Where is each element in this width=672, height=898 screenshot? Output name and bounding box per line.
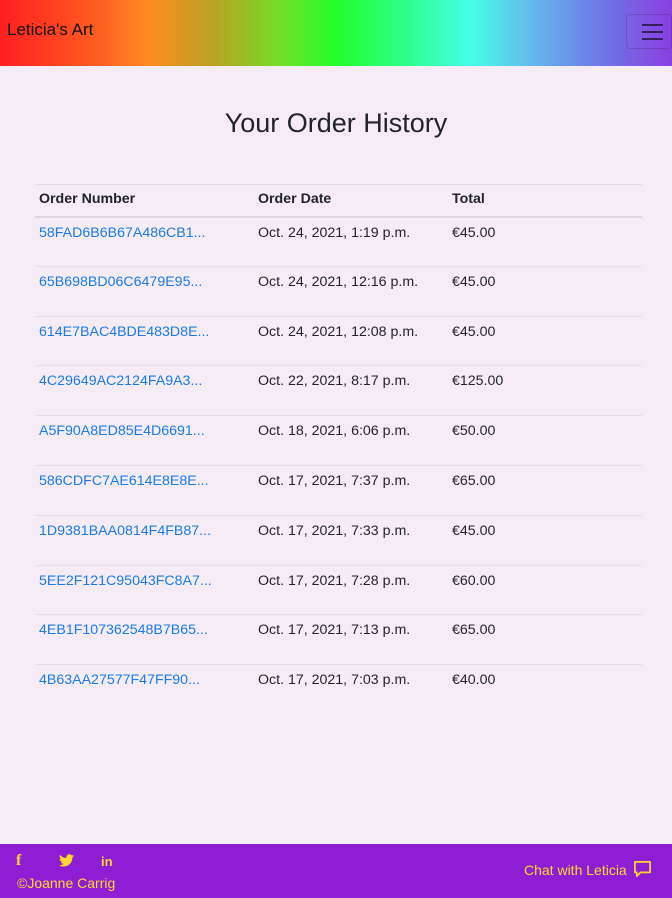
order-date: Oct. 22, 2021, 8:17 p.m. bbox=[254, 365, 448, 416]
order-number-link[interactable]: 58FAD6B6B67A486CB1... bbox=[39, 225, 205, 241]
order-number-cell: 586CDFC7AE614E8E8E... bbox=[35, 464, 254, 516]
order-number-link[interactable]: 4C29649AC2124FA9A3... bbox=[39, 373, 202, 389]
order-number-cell: 5EE2F121C95043FC8A7... bbox=[35, 564, 254, 615]
linkedin-icon[interactable]: in bbox=[101, 854, 113, 869]
order-number-link[interactable]: 1D9381BAA0814F4FB87... bbox=[39, 523, 211, 539]
table-row: 614E7BAC4BDE483D8E... Oct. 24, 2021, 12:… bbox=[35, 315, 642, 366]
order-number-link[interactable]: 4EB1F107362548B7B65... bbox=[39, 622, 208, 638]
navbar-toggler-button[interactable] bbox=[626, 14, 672, 49]
order-date: Oct. 24, 2021, 1:19 p.m. bbox=[258, 224, 411, 241]
table-row: 1D9381BAA0814F4FB87... Oct. 17, 2021, 7:… bbox=[35, 514, 642, 566]
order-history-table: Order Number Order Date Total 58FAD6B6B6… bbox=[35, 184, 642, 715]
order-number-cell: A5F90A8ED85E4D6691... bbox=[35, 415, 254, 466]
order-total: €60.00 bbox=[448, 564, 642, 615]
order-number-link[interactable]: 5EE2F121C95043FC8A7... bbox=[39, 573, 212, 589]
header-total: Total bbox=[448, 184, 642, 218]
table-row: 4B63AA27577F47FF90... Oct. 17, 2021, 7:0… bbox=[35, 664, 642, 715]
order-number-cell: 65B698BD06C6479E95... bbox=[35, 265, 254, 317]
order-total: €50.00 bbox=[448, 415, 642, 466]
order-number-link[interactable]: 4B63AA27577F47FF90... bbox=[39, 672, 200, 688]
order-date: Oct. 17, 2021, 7:28 p.m. bbox=[254, 564, 448, 615]
order-total: €65.00 bbox=[448, 464, 642, 516]
order-date: Oct. 17, 2021, 7:33 p.m. bbox=[254, 514, 448, 566]
order-total: €45.00 bbox=[448, 315, 642, 366]
chat-bubble-icon[interactable] bbox=[633, 860, 652, 884]
twitter-icon[interactable] bbox=[59, 854, 74, 870]
table-row: 4EB1F107362548B7B65... Oct. 17, 2021, 7:… bbox=[35, 614, 642, 665]
order-date: Oct. 18, 2021, 6:06 p.m. bbox=[254, 415, 448, 466]
table-row: A5F90A8ED85E4D6691... Oct. 18, 2021, 6:0… bbox=[35, 415, 642, 466]
order-number-cell: 1D9381BAA0814F4FB87... bbox=[35, 514, 254, 566]
order-number-cell: 4B63AA27577F47FF90... bbox=[35, 664, 254, 715]
chat-link[interactable]: Chat with Leticia bbox=[524, 862, 627, 878]
order-number-link[interactable]: 586CDFC7AE614E8E8E... bbox=[39, 473, 209, 489]
table-row: 586CDFC7AE614E8E8E... Oct. 17, 2021, 7:3… bbox=[35, 464, 642, 516]
order-number-link[interactable]: A5F90A8ED85E4D6691... bbox=[39, 423, 205, 439]
order-date: Oct. 24, 2021, 12:08 p.m. bbox=[254, 315, 448, 366]
header-order-number: Order Number bbox=[35, 184, 254, 218]
facebook-icon[interactable]: f bbox=[16, 852, 21, 870]
order-total: €45.00 bbox=[448, 265, 642, 317]
order-number-cell: 4EB1F107362548B7B65... bbox=[35, 614, 254, 665]
order-total: €65.00 bbox=[448, 614, 642, 665]
order-date: Oct. 24, 2021, 12:16 p.m. bbox=[254, 265, 448, 317]
order-total: €45.00 bbox=[452, 224, 496, 241]
order-number-cell: 58FAD6B6B67A486CB1... bbox=[35, 217, 254, 267]
order-date: Oct. 17, 2021, 7:37 p.m. bbox=[254, 464, 448, 516]
page-title: Your Order History bbox=[224, 108, 448, 138]
order-total: €40.00 bbox=[448, 664, 642, 715]
order-number-link[interactable]: 614E7BAC4BDE483D8E... bbox=[39, 324, 209, 340]
order-number-cell: 614E7BAC4BDE483D8E... bbox=[35, 315, 254, 366]
navbar: Leticia's Art bbox=[0, 0, 672, 66]
table-row: 65B698BD06C6479E95... Oct. 24, 2021, 12:… bbox=[35, 265, 642, 317]
table-header-row: Order Number Order Date Total bbox=[35, 184, 642, 218]
order-date: Oct. 17, 2021, 7:03 p.m. bbox=[254, 664, 448, 715]
brand-link[interactable]: Leticia's Art bbox=[7, 20, 93, 40]
copyright-text: ©Joanne Carrig bbox=[17, 875, 116, 891]
order-total: €125.00 bbox=[448, 365, 642, 416]
order-number-cell: 4C29649AC2124FA9A3... bbox=[35, 365, 254, 416]
table-row: 5EE2F121C95043FC8A7... Oct. 17, 2021, 7:… bbox=[35, 564, 642, 615]
table-row: 4C29649AC2124FA9A3... Oct. 22, 2021, 8:1… bbox=[35, 365, 642, 416]
order-total: €45.00 bbox=[448, 514, 642, 566]
order-date: Oct. 17, 2021, 7:13 p.m. bbox=[254, 614, 448, 665]
table-row: 58FAD6B6B67A486CB1... Oct. 24, 2021, 1:1… bbox=[35, 217, 642, 267]
footer: f in ©Joanne Carrig Chat with Leticia bbox=[0, 844, 672, 898]
header-order-date: Order Date bbox=[254, 184, 448, 218]
order-number-link[interactable]: 65B698BD06C6479E95... bbox=[39, 274, 202, 290]
